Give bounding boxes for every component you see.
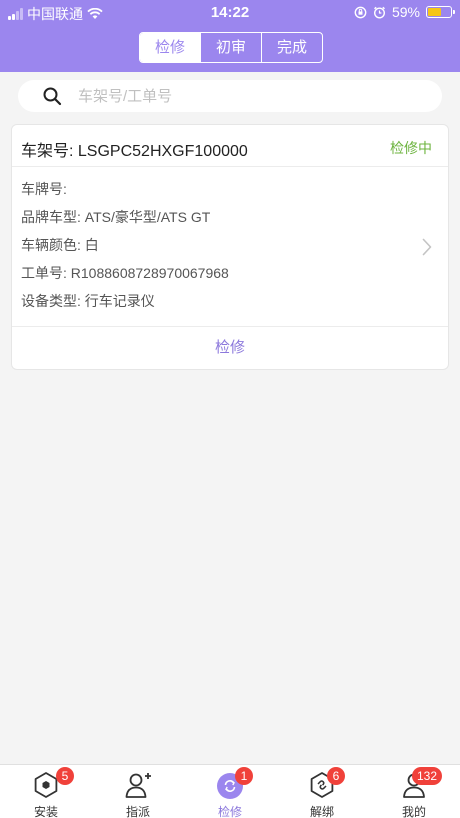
field-value: 行车记录仪: [84, 293, 155, 309]
search-icon: [43, 87, 62, 106]
alarm-icon: [373, 6, 385, 19]
tabbar-label: 我的: [401, 805, 426, 818]
repair-action-button[interactable]: 检修: [12, 327, 448, 369]
carrier-label: 中国联通: [27, 6, 83, 22]
badge-count: 1: [235, 767, 253, 785]
tab-repair[interactable]: 检修: [140, 33, 200, 62]
vin-label: 车架号:: [21, 143, 74, 160]
vin-text: 车架号: LSGPC52HXGF100000: [21, 137, 248, 161]
field-vehicle-color: 车辆颜色: 白: [21, 235, 99, 255]
status-badge: 检修中: [390, 140, 432, 156]
tabbar-label: 解绑: [309, 805, 334, 818]
tabbar-item-unbind[interactable]: 6 解绑: [276, 765, 368, 818]
status-segmented-control: 检修 初审 完成: [139, 32, 323, 63]
card-details[interactable]: 车牌号: 品牌车型: ATS/豪华型/ATS GT 车辆颜色: 白 工单号: R…: [12, 167, 448, 327]
search-bar: [18, 80, 442, 112]
field-label: 品牌车型:: [21, 209, 81, 225]
field-label: 设备类型:: [21, 293, 81, 309]
field-work-order-number: 工单号: R1088608728970067968: [21, 263, 229, 283]
user-add-icon: [125, 773, 151, 798]
search-input[interactable]: [78, 87, 398, 105]
badge-count: 132: [412, 767, 443, 785]
field-value: ATS/豪华型/ATS GT: [84, 209, 211, 225]
field-plate-number: 车牌号:: [21, 179, 67, 199]
header-bar: 中国联通 14:22 59% 检修 初审 完成: [0, 0, 460, 72]
wifi-icon: [87, 8, 103, 19]
badge-count: 5: [56, 767, 74, 785]
chevron-right-icon[interactable]: [422, 238, 432, 256]
signal-icon: [8, 8, 23, 20]
tabbar-item-repair[interactable]: 1 检修: [184, 765, 276, 818]
tabbar-label: 安装: [33, 805, 58, 818]
field-label: 车辆颜色:: [21, 237, 81, 253]
field-label: 车牌号:: [21, 181, 67, 197]
tabbar-label: 指派: [125, 805, 150, 818]
battery-icon: [426, 6, 455, 18]
vin-value: LSGPC52HXGF100000: [77, 143, 248, 160]
status-bar: 中国联通 14:22 59%: [0, 0, 460, 24]
card-header: 车架号: LSGPC52HXGF100000 检修中: [12, 125, 448, 167]
tab-completed[interactable]: 完成: [261, 33, 322, 62]
tabbar-item-install[interactable]: 5 安装: [0, 765, 92, 818]
field-brand-model: 品牌车型: ATS/豪华型/ATS GT: [21, 207, 210, 227]
badge-count: 6: [327, 767, 345, 785]
field-value: R1088608728970067968: [70, 265, 229, 281]
field-value: 白: [84, 237, 99, 253]
tabbar-item-assign[interactable]: 指派: [92, 765, 184, 818]
field-label: 工单号:: [21, 265, 67, 281]
rotation-lock-icon: [354, 6, 367, 18]
tabbar-item-mine[interactable]: 132 我的: [368, 765, 460, 818]
battery-fill: [428, 8, 441, 16]
battery-percent: 59%: [391, 4, 420, 20]
tabbar-label: 检修: [217, 805, 242, 818]
tab-initial-review[interactable]: 初审: [200, 33, 261, 62]
field-device-type: 设备类型: 行车记录仪: [21, 291, 155, 311]
work-order-card[interactable]: 车架号: LSGPC52HXGF100000 检修中 车牌号: 品牌车型: AT…: [11, 124, 449, 370]
bottom-tab-bar: 5 安装 指派 1 检修 6 解绑 132 我的: [0, 764, 460, 818]
